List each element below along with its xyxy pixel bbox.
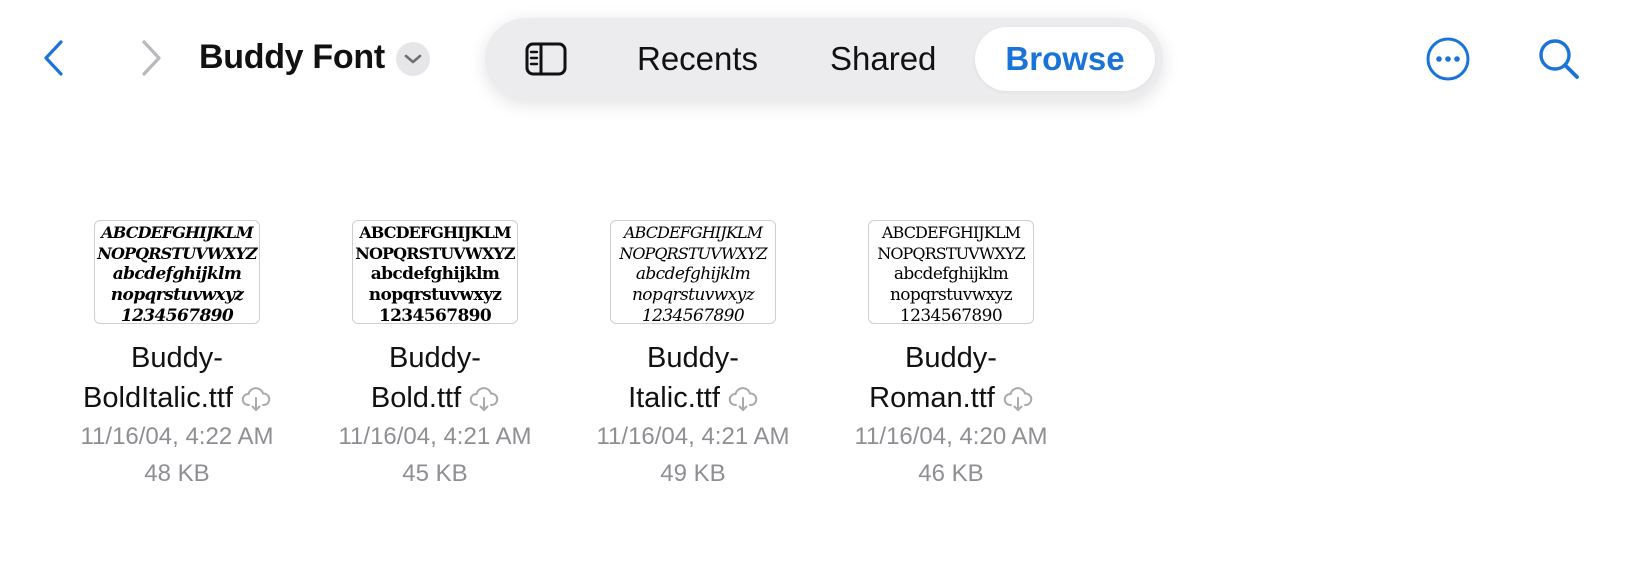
- file-item-bolditalic[interactable]: ABCDEFGHIJKLM NOPQRSTUVWXYZ abcdefghijkl…: [67, 220, 287, 492]
- cloud-download-icon: [469, 387, 499, 412]
- preview-line: 1234567890: [899, 306, 1003, 324]
- preview-line: NOPQRSTUVWXYZ: [355, 244, 515, 263]
- file-name-line2: Roman.ttf: [869, 382, 995, 414]
- file-name-line1: Buddy-: [647, 342, 739, 374]
- preview-line: ABCDEFGHIJKLM: [359, 223, 511, 242]
- view-switcher: Recents Shared Browse: [485, 18, 1163, 100]
- file-name-line2: BoldItalic.ttf: [83, 382, 233, 414]
- file-name-line2: Italic.ttf: [628, 382, 720, 414]
- preview-line: abcdefghijklm: [635, 264, 751, 284]
- file-name-line1: Buddy-: [389, 342, 481, 374]
- file-name-line2: Bold.ttf: [370, 382, 462, 414]
- font-preview-thumbnail: ABCDEFGHIJKLM NOPQRSTUVWXYZ abcdefghijkl…: [868, 220, 1034, 324]
- back-button[interactable]: [34, 36, 74, 80]
- chevron-left-icon: [44, 40, 63, 76]
- preview-line: ABCDEFGHIJKLM: [101, 223, 253, 242]
- file-date: 11/16/04, 4:21 AM: [596, 423, 790, 450]
- file-name: Buddy- Italic.ttf: [583, 338, 803, 418]
- file-size: 45 KB: [402, 460, 468, 487]
- cloud-download-icon: [1003, 387, 1033, 412]
- file-date: 11/16/04, 4:20 AM: [854, 423, 1048, 450]
- tab-browse[interactable]: Browse: [975, 27, 1155, 91]
- preview-line: NOPQRSTUVWXYZ: [97, 244, 257, 263]
- file-name-line1: Buddy-: [905, 342, 997, 374]
- cloud-download-icon: [728, 387, 758, 412]
- more-button[interactable]: [1423, 34, 1473, 84]
- search-button[interactable]: [1534, 34, 1584, 84]
- preview-line: 1234567890: [120, 306, 234, 324]
- preview-line: ABCDEFGHIJKLM: [881, 223, 1021, 242]
- preview-line: NOPQRSTUVWXYZ: [619, 244, 767, 263]
- preview-line: 1234567890: [378, 306, 492, 324]
- ellipsis-circle-icon: [1426, 37, 1470, 81]
- font-preview-thumbnail: ABCDEFGHIJKLM NOPQRSTUVWXYZ abcdefghijkl…: [610, 220, 776, 324]
- chevron-right-icon: [142, 40, 161, 76]
- preview-line: NOPQRSTUVWXYZ: [877, 244, 1025, 263]
- file-name: Buddy- Roman.ttf: [841, 338, 1061, 418]
- file-item-italic[interactable]: ABCDEFGHIJKLM NOPQRSTUVWXYZ abcdefghijkl…: [583, 220, 803, 492]
- file-item-bold[interactable]: ABCDEFGHIJKLM NOPQRSTUVWXYZ abcdefghijkl…: [325, 220, 545, 492]
- folder-title: Buddy Font: [199, 38, 385, 76]
- sidebar-toggle-button[interactable]: [523, 38, 569, 80]
- font-preview-thumbnail: ABCDEFGHIJKLM NOPQRSTUVWXYZ abcdefghijkl…: [352, 220, 518, 324]
- file-name: Buddy- Bold.ttf: [325, 338, 545, 418]
- tab-recents[interactable]: Recents: [637, 18, 758, 100]
- file-date: 11/16/04, 4:21 AM: [338, 423, 532, 450]
- file-name-line1: Buddy-: [131, 342, 223, 374]
- toolbar: Buddy Font Recents Shared Browse: [0, 0, 1640, 120]
- tab-shared[interactable]: Shared: [830, 18, 936, 100]
- title-menu-button[interactable]: [396, 42, 430, 76]
- file-name: Buddy- BoldItalic.ttf: [67, 338, 287, 418]
- search-icon: [1539, 39, 1579, 79]
- preview-line: abcdefghijklm: [370, 264, 500, 284]
- forward-button[interactable]: [131, 36, 171, 80]
- preview-line: nopqrstuvwxyz: [631, 285, 755, 305]
- font-preview-thumbnail: ABCDEFGHIJKLM NOPQRSTUVWXYZ abcdefghijkl…: [94, 220, 260, 324]
- file-date: 11/16/04, 4:22 AM: [80, 423, 274, 450]
- preview-line: 1234567890: [641, 306, 745, 324]
- file-size: 46 KB: [918, 460, 984, 487]
- cloud-download-icon: [241, 387, 271, 412]
- preview-line: nopqrstuvwxyz: [368, 285, 502, 305]
- file-size: 48 KB: [144, 460, 210, 487]
- preview-line: nopqrstuvwxyz: [110, 285, 244, 305]
- preview-line: nopqrstuvwxyz: [889, 285, 1013, 305]
- file-item-roman[interactable]: ABCDEFGHIJKLM NOPQRSTUVWXYZ abcdefghijkl…: [841, 220, 1061, 492]
- preview-line: abcdefghijklm: [893, 264, 1009, 284]
- preview-line: abcdefghijklm: [112, 264, 242, 284]
- chevron-down-icon: [404, 54, 422, 64]
- sidebar-icon: [525, 42, 567, 76]
- file-size: 49 KB: [660, 460, 726, 487]
- preview-line: ABCDEFGHIJKLM: [623, 223, 763, 242]
